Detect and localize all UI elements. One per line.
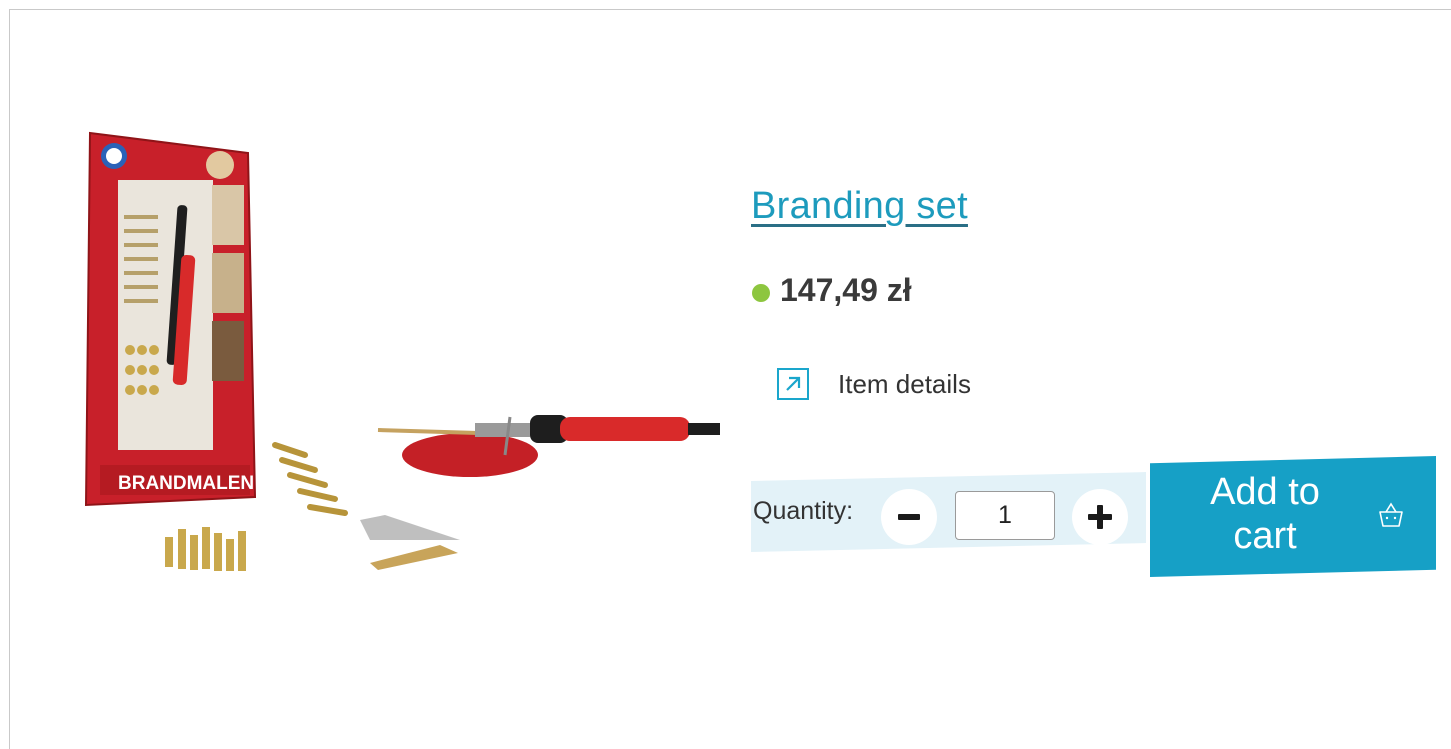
quantity-decrease-button[interactable] [881, 489, 937, 545]
price-row: 147,49 zł [752, 272, 912, 309]
product-image[interactable]: BRANDMALEN [60, 125, 720, 615]
minus-icon [898, 514, 920, 520]
arrow-up-right-icon [777, 368, 809, 400]
item-details-label: Item details [838, 368, 971, 399]
availability-dot-icon [752, 283, 770, 302]
quantity-increase-button[interactable] [1072, 489, 1128, 545]
item-details-link[interactable]: Item details [777, 368, 971, 400]
add-to-cart-label: Add to cart [1210, 471, 1320, 557]
box-brand-text: BRANDMALEN [118, 473, 254, 494]
basket-icon [1379, 502, 1403, 527]
quantity-label: Quantity: [753, 497, 854, 525]
quantity-input[interactable] [955, 491, 1055, 540]
plus-icon [1088, 505, 1112, 529]
product-price: 147,49 zł [780, 272, 912, 308]
product-title-link[interactable]: Branding set [751, 185, 968, 228]
add-to-cart-button[interactable]: Add to cart [1150, 456, 1436, 577]
